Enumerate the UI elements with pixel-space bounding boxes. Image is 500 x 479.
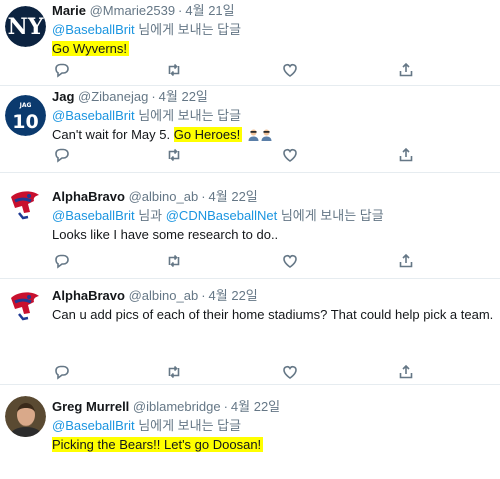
share-icon[interactable] <box>398 364 416 382</box>
tweet-text: Picking the Bears!! Let's go Doosan! <box>52 435 496 454</box>
tweet-alphabravo-1[interactable]: AlphaBravo @albino_ab · 4월 22일 @BaseballBr… <box>0 173 500 279</box>
tweet-date[interactable]: 4월 22일 <box>209 288 258 303</box>
highlighted-text: Picking the Bears!! Let's go Doosan! <box>52 437 264 452</box>
reply-context: @BaseballBrit 님에게 보내는 답글 <box>52 106 496 125</box>
user-handle[interactable]: @albino_ab <box>129 189 199 204</box>
avatar[interactable] <box>5 396 46 437</box>
tweet-text-plain: Can't wait for May 5. <box>52 127 174 142</box>
reply-icon[interactable] <box>54 253 72 271</box>
user-handle[interactable]: @Zibanejag <box>78 89 148 104</box>
tweet-date[interactable]: 4월 22일 <box>231 399 280 414</box>
tweet-actions <box>54 364 434 384</box>
tweet-actions <box>54 147 434 167</box>
reply-suffix: 님에게 보내는 답글 <box>277 208 384 223</box>
mention-link[interactable]: @CDNBaseballNet <box>166 208 277 223</box>
avatar[interactable]: NY <box>5 6 46 47</box>
tweet-text: Looks like I have some research to do.. <box>52 227 279 242</box>
display-name[interactable]: Jag <box>52 89 74 104</box>
reply-context: @BaseballBrit 님에게 보내는 답글 <box>52 416 496 435</box>
mascot-logo-icon <box>5 284 46 325</box>
retweet-icon[interactable] <box>166 62 184 80</box>
tweet-date[interactable]: 4월 22일 <box>209 189 258 204</box>
svg-text:NY: NY <box>8 14 44 40</box>
tweet-text: Go Wyverns! <box>52 39 496 58</box>
mention-link[interactable]: @BaseballBrit <box>52 108 135 123</box>
display-name[interactable]: AlphaBravo <box>52 288 125 303</box>
share-icon[interactable] <box>398 147 416 165</box>
retweet-icon[interactable] <box>166 253 184 271</box>
share-icon[interactable] <box>398 253 416 271</box>
like-icon[interactable] <box>282 364 300 382</box>
reply-suffix: 님에게 보내는 답글 <box>134 418 242 433</box>
person-emoji-icon <box>261 129 272 141</box>
avatar[interactable] <box>5 183 46 224</box>
yankees-logo-icon: NY <box>5 6 46 47</box>
display-name[interactable]: Marie <box>52 3 86 18</box>
tweet-text: Can't wait for May 5. Go Heroes! <box>52 125 496 144</box>
jersey-number-icon: JAG 10 <box>5 95 46 136</box>
tweet-text: Can u add pics of each of their home sta… <box>52 307 494 322</box>
like-icon[interactable] <box>282 253 300 271</box>
avatar-number: 10 <box>12 111 38 133</box>
reply-suffix: 님에게 보내는 답글 <box>134 22 242 37</box>
tweet-date[interactable]: 4월 22일 <box>159 89 208 104</box>
mascot-logo-icon <box>5 183 46 224</box>
highlighted-text: Go Wyverns! <box>52 41 130 56</box>
retweet-icon[interactable] <box>166 364 184 382</box>
user-handle[interactable]: @Mmarie2539 <box>90 3 175 18</box>
avatar[interactable] <box>5 284 46 325</box>
highlighted-text: Go Heroes! <box>173 127 243 142</box>
reply-icon[interactable] <box>54 62 72 80</box>
profile-photo-icon <box>5 396 46 437</box>
reply-context: @BaseballBrit 님과 @CDNBaseballNet 님에게 보내는… <box>52 206 496 225</box>
avatar-label: JAG <box>19 102 32 109</box>
retweet-icon[interactable] <box>166 147 184 165</box>
mention-link[interactable]: @BaseballBrit <box>52 418 135 433</box>
display-name[interactable]: Greg Murrell <box>52 399 129 414</box>
reply-icon[interactable] <box>54 364 72 382</box>
share-icon[interactable] <box>398 62 416 80</box>
reply-context: @BaseballBrit 님에게 보내는 답글 <box>52 20 496 39</box>
tweet-jag[interactable]: JAG 10 Jag @Zibanejag · 4월 22일 @BaseballBr… <box>0 86 500 173</box>
mention-link[interactable]: @BaseballBrit <box>52 22 135 37</box>
tweet-date[interactable]: 4월 21일 <box>185 3 234 18</box>
like-icon[interactable] <box>282 62 300 80</box>
tweet-actions <box>54 62 434 82</box>
user-handle[interactable]: @albino_ab <box>129 288 199 303</box>
mention-link[interactable]: @BaseballBrit <box>52 208 135 223</box>
avatar[interactable]: JAG 10 <box>5 95 46 136</box>
tweet-alphabravo-2[interactable]: AlphaBravo @albino_ab · 4월 22일 Can u add p… <box>0 279 500 385</box>
like-icon[interactable] <box>282 147 300 165</box>
user-handle[interactable]: @iblamebridge <box>133 399 221 414</box>
tweet-greg-murrell[interactable]: Greg Murrell @iblamebridge · 4월 22일 @Baseb… <box>0 385 500 479</box>
tweet-marie[interactable]: NY Marie @Mmarie2539 · 4월 21일 @BaseballBri… <box>0 0 500 86</box>
tweet-actions <box>54 253 434 273</box>
reply-icon[interactable] <box>54 147 72 165</box>
reply-suffix: 님에게 보내는 답글 <box>134 108 242 123</box>
reply-between: 님과 <box>134 208 166 223</box>
display-name[interactable]: AlphaBravo <box>52 189 125 204</box>
person-emoji-icon <box>248 129 259 141</box>
